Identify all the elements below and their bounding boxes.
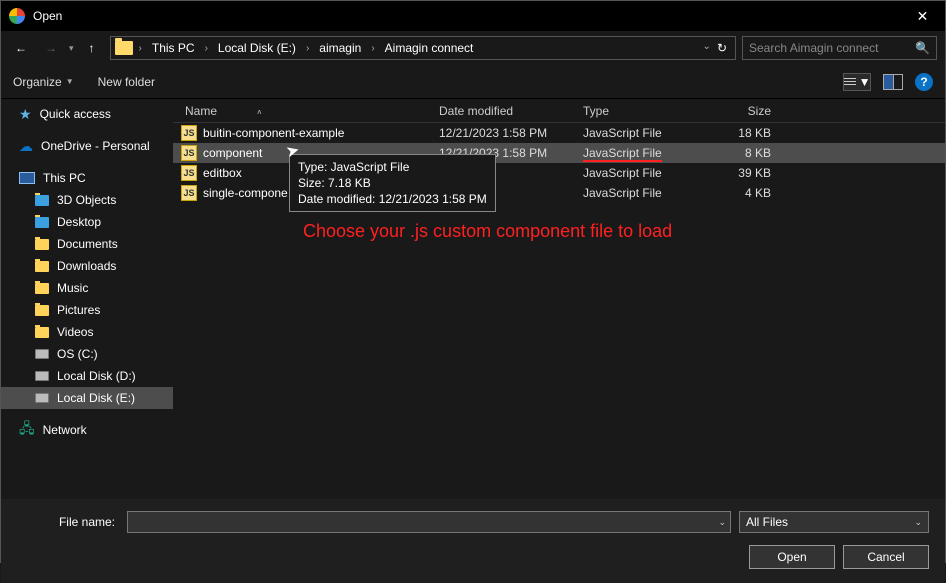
new-folder-button[interactable]: New folder (98, 75, 155, 89)
column-header-type[interactable]: Type (583, 104, 703, 118)
drive-icon (35, 393, 49, 403)
organize-label: Organize (13, 75, 62, 89)
cloud-icon: ☁ (19, 138, 33, 155)
chevron-down-icon[interactable]: ⌄ (718, 517, 726, 528)
up-button[interactable]: ↑ (80, 36, 104, 60)
pc-icon (19, 172, 35, 184)
sidebar: ★Quick access ☁OneDrive - Personal This … (1, 99, 173, 499)
folder-icon (35, 217, 49, 228)
back-button[interactable]: ← (9, 36, 33, 60)
preview-pane-button[interactable] (883, 74, 903, 90)
sidebar-videos[interactable]: Videos (1, 321, 173, 343)
file-tooltip: Type: JavaScript File Size: 7.18 KB Date… (289, 154, 496, 212)
search-placeholder: Search Aimagin connect (749, 41, 915, 55)
open-button[interactable]: Open (749, 545, 835, 569)
type-highlighted: JavaScript File (583, 146, 662, 162)
folder-icon (35, 305, 49, 316)
sidebar-3d-objects[interactable]: 3D Objects (1, 189, 173, 211)
sidebar-documents[interactable]: Documents (1, 233, 173, 255)
drive-icon (35, 371, 49, 381)
organize-menu[interactable]: Organize ▼ (13, 75, 74, 89)
column-header-date[interactable]: Date modified (439, 104, 583, 118)
sidebar-local-disk-e[interactable]: Local Disk (E:) (1, 387, 173, 409)
chevron-right-icon[interactable]: › (203, 43, 210, 54)
file-row[interactable]: JS buitin-component-example 12/21/2023 1… (173, 123, 945, 143)
star-icon: ★ (19, 106, 32, 123)
new-folder-label: New folder (98, 75, 155, 89)
folder-icon (35, 283, 49, 294)
sidebar-pictures[interactable]: Pictures (1, 299, 173, 321)
close-button[interactable]: ✕ (900, 1, 945, 31)
view-options-button[interactable]: ▼ (843, 73, 871, 91)
folder-icon (35, 327, 49, 338)
window-title: Open (33, 9, 900, 23)
column-header-name[interactable]: Name˄ (181, 104, 439, 118)
network-icon: 🖧 (19, 418, 35, 442)
file-filter-select[interactable]: All Files ⌄ (739, 511, 929, 533)
sidebar-downloads[interactable]: Downloads (1, 255, 173, 277)
js-file-icon: JS (181, 125, 197, 141)
js-file-icon: JS (181, 145, 197, 161)
js-file-icon: JS (181, 165, 197, 181)
chevron-down-icon: ▼ (859, 75, 871, 89)
folder-icon (115, 41, 133, 55)
chevron-down-icon[interactable]: ⌄ (701, 41, 713, 55)
chevron-right-icon[interactable]: › (369, 43, 376, 54)
file-list-area: Name˄ Date modified Type Size JS buitin-… (173, 99, 945, 499)
chevron-right-icon[interactable]: › (304, 43, 311, 54)
crumb-drive[interactable]: Local Disk (E:) (214, 39, 300, 57)
column-header-size[interactable]: Size (703, 104, 783, 118)
sidebar-onedrive[interactable]: ☁OneDrive - Personal (1, 135, 173, 157)
sort-indicator-icon: ˄ (257, 108, 262, 117)
chevron-down-icon: ⌄ (914, 517, 922, 528)
drive-icon (35, 349, 49, 359)
breadcrumb[interactable]: › This PC › Local Disk (E:) › aimagin › … (110, 36, 736, 60)
crumb-folder2[interactable]: Aimagin connect (381, 39, 478, 57)
chevron-right-icon[interactable]: › (137, 43, 144, 54)
filename-label: File name: (17, 515, 119, 529)
search-icon[interactable]: 🔍 (915, 41, 930, 55)
sidebar-music[interactable]: Music (1, 277, 173, 299)
forward-button[interactable]: → (39, 36, 63, 60)
sidebar-quick-access[interactable]: ★Quick access (1, 103, 173, 125)
js-file-icon: JS (181, 185, 197, 201)
folder-icon (35, 239, 49, 250)
refresh-icon[interactable]: ↻ (717, 41, 727, 55)
annotation-text: Choose your .js custom component file to… (303, 221, 672, 242)
crumb-folder1[interactable]: aimagin (315, 39, 365, 57)
sidebar-local-disk-d[interactable]: Local Disk (D:) (1, 365, 173, 387)
search-input[interactable]: Search Aimagin connect 🔍 (742, 36, 937, 60)
chrome-icon (9, 8, 25, 24)
sidebar-os-c[interactable]: OS (C:) (1, 343, 173, 365)
sidebar-network[interactable]: 🖧Network (1, 419, 173, 441)
chevron-down-icon: ▼ (66, 77, 74, 86)
folder-icon (35, 261, 49, 272)
help-button[interactable]: ? (915, 73, 933, 91)
sidebar-desktop[interactable]: Desktop (1, 211, 173, 233)
crumb-this-pc[interactable]: This PC (148, 39, 199, 57)
folder-icon (35, 195, 49, 206)
cancel-button[interactable]: Cancel (843, 545, 929, 569)
sidebar-this-pc[interactable]: This PC (1, 167, 173, 189)
filename-input[interactable]: ⌄ (127, 511, 731, 533)
recent-dropdown[interactable]: ▾ (69, 43, 74, 54)
